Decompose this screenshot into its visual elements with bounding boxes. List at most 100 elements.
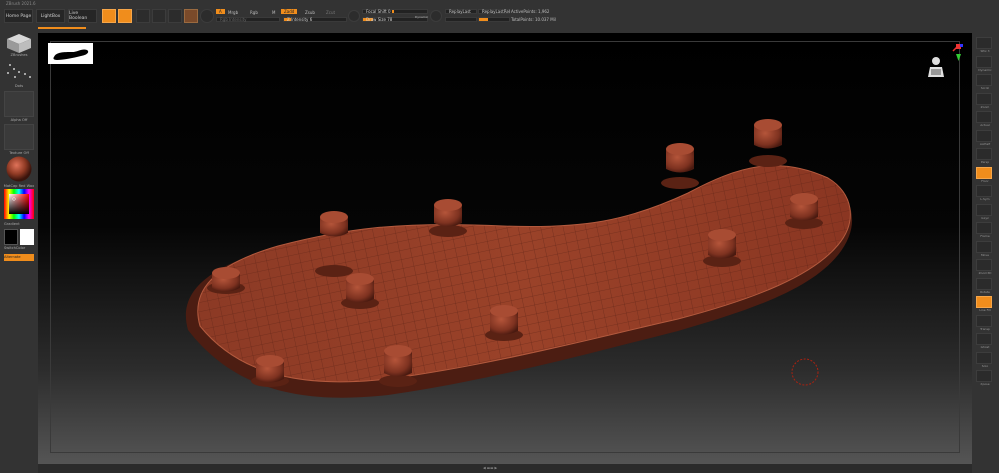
color-picker[interactable] [4,189,34,219]
transp-icon[interactable] [976,314,992,327]
insole-mesh[interactable] [38,33,972,464]
m-button[interactable]: M [272,10,275,15]
tool-label: ZBrushes [10,53,28,57]
aahalf-icon[interactable] [976,129,992,142]
stud[interactable] [785,193,823,229]
stud[interactable] [661,143,699,189]
a-toggle[interactable]: A [216,9,225,14]
rgb-button[interactable]: Rgb [250,10,258,15]
right-shelf-label: Dynamic [978,67,992,72]
alpha-thumbnail[interactable] [4,91,34,117]
stud[interactable] [379,345,417,387]
draw-mode-icon[interactable] [200,9,214,23]
zoom3d-icon[interactable] [976,259,992,271]
alternate-button[interactable]: Alternate [4,254,34,261]
lightbox-button[interactable]: LightBox [36,9,65,23]
mrgb-button[interactable]: Mrgb [228,10,238,15]
edit-tool-button[interactable] [102,9,116,23]
alpha-label: Alpha Off [10,118,28,122]
home-page-button[interactable]: Home Page [4,9,33,23]
left-shelf: ZBrushes Dots Alpha Off Texture Off MatC… [0,33,38,473]
gradient-label: Gradient [4,222,20,226]
z-intensity-slider[interactable]: Z Intensity 6 [283,17,347,22]
move-tool-button[interactable] [136,9,150,23]
right-shelf-label: Zoom3D [978,271,992,275]
bottom-bar: ◀ ▬▬ ▶ [38,464,972,473]
switch-color-button[interactable]: SwitchColor [4,246,38,250]
rgb-intensity-slider[interactable]: Rgb Intensity [216,17,280,22]
material-label: MatCap Red Wax [3,184,35,188]
material-sphere-icon [6,156,32,182]
frame-icon[interactable] [976,222,992,234]
stroke-thumbnail[interactable] [4,61,34,83]
floor-icon[interactable] [976,166,992,179]
brush-icon[interactable] [430,10,442,22]
right-shelf-label: Transp [980,326,990,331]
stud[interactable] [251,355,289,387]
stroke-label: Dots [14,84,24,88]
focal-icon[interactable] [348,10,360,22]
right-shelf-label: Floor [981,178,989,183]
dots-stroke-icon [7,64,31,78]
right-shelf-label: Actual [980,123,990,127]
xyz-icon[interactable] [976,203,992,216]
canvas-viewport[interactable] [38,33,972,464]
brush-cursor [791,358,819,386]
replay-last-rel-button[interactable]: ReplayLastRel [478,9,510,14]
scale-tool-button[interactable] [152,9,166,23]
sphere-icon[interactable] [976,37,992,49]
focal-shift-slider[interactable]: Focal Shift 0 [362,9,428,14]
material-swatch-button[interactable] [184,9,198,23]
texture-thumbnail[interactable] [4,124,34,150]
rotate-tool-button[interactable] [168,9,182,23]
stud[interactable] [429,199,467,237]
ghost-icon[interactable] [976,333,992,345]
scroll-icon[interactable] [976,74,992,86]
right-shelf: SPix 3 Dynamic Scroll Zoom Actual AAHalf Persp… [972,33,999,473]
right-shelf-label: Solo [981,363,989,368]
material-thumbnail[interactable] [4,156,34,183]
active-points: ActivePoints: 1,962 [511,9,550,14]
intensity-slider-small-2[interactable] [478,17,510,22]
replay-last-button[interactable]: ReplayLast [445,9,477,14]
right-shelf-label: Ghost [980,345,990,349]
right-shelf-label: Frame [980,234,990,238]
zadd-button[interactable]: Zadd [281,9,298,14]
stud[interactable] [703,229,741,267]
app-version: ZBrush 2021.6 [6,1,36,6]
secondary-color-swatch[interactable] [4,229,18,245]
move-icon[interactable] [976,240,992,253]
draw-tool-button[interactable] [118,9,132,23]
persp-icon[interactable] [976,148,992,160]
zsub-button[interactable]: Zsub [305,10,315,15]
xpose-icon[interactable] [976,370,992,382]
dynamic-label[interactable]: Dynamic [415,15,428,19]
top-toolbar: ZBrush 2021.6 Home Page LightBox Live Bo… [0,0,999,34]
right-shelf-label: SPix 3 [980,49,990,53]
right-shelf-label: Persp [980,160,990,164]
progress-bar [38,27,86,29]
live-boolean-button[interactable]: Live Boolean [68,9,97,23]
solo-icon[interactable] [976,351,992,364]
intensity-slider-small[interactable] [445,17,477,22]
zoom-icon[interactable] [976,92,992,105]
right-shelf-label: L.Sym [980,197,990,201]
stud[interactable] [749,119,787,167]
texture-label: Texture Off [9,151,29,155]
local-icon[interactable] [976,185,992,197]
linefill-icon[interactable] [976,296,992,308]
stud[interactable] [485,305,523,341]
dynamic-icon[interactable] [976,55,992,68]
zcut-button[interactable]: Zcut [326,10,335,15]
rotate-icon[interactable] [976,277,992,290]
right-shelf-label: Scroll [980,86,990,90]
stud[interactable] [341,273,379,309]
color-picker-icon [4,189,34,219]
right-shelf-label: AAHalf [979,141,991,146]
actual-icon[interactable] [976,111,992,123]
primary-color-swatch[interactable] [20,229,34,245]
right-shelf-label: Line Fill [979,308,991,312]
right-shelf-label: Rotate [980,289,990,294]
tool-thumbnail[interactable] [4,33,34,53]
bottom-handle[interactable]: ◀ ▬▬ ▶ [483,466,497,470]
